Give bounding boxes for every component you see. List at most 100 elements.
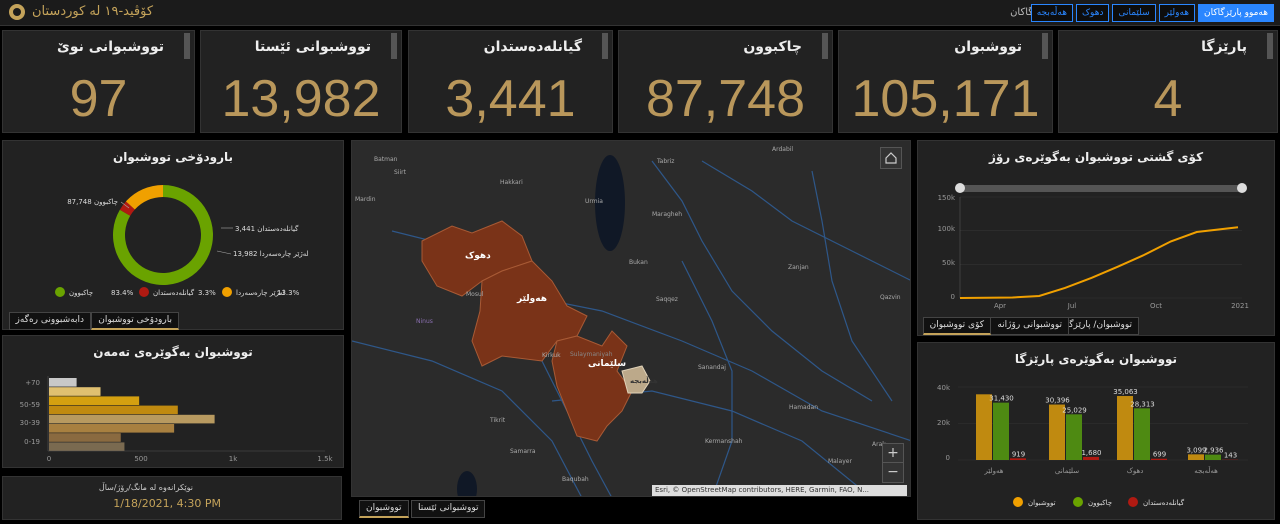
age-bar xyxy=(49,378,77,387)
province-bar xyxy=(1188,454,1204,460)
range-slider-handle-right xyxy=(1237,183,1247,193)
age-bar xyxy=(49,433,121,442)
daily-panel: کۆی گشتی تووشبوان بەگوێرەی رۆژ 150k 100k… xyxy=(917,140,1275,336)
place-label: Batman xyxy=(374,156,398,163)
age-label: 30-39 xyxy=(20,419,40,427)
zoom-in-button[interactable]: + xyxy=(883,444,903,463)
legend-deaths: گیانلەدەستدان xyxy=(1143,498,1185,507)
place-label: Sanandaj xyxy=(698,364,726,371)
province-bar xyxy=(1083,456,1099,460)
age-bar xyxy=(49,405,178,415)
age-panel: تووشبوان بەگوێرەی تەمەن +70 50-59 30-39 … xyxy=(2,335,344,468)
home-icon xyxy=(885,152,897,164)
kpi-value: 97 xyxy=(69,70,128,128)
age-bar xyxy=(49,387,101,396)
y-tick: 150k xyxy=(938,194,956,202)
age-x-tick: 500 xyxy=(134,455,147,463)
age-bar xyxy=(49,414,215,424)
logo-icon xyxy=(9,4,25,20)
age-title: تووشبوان بەگوێرەی تەمەن xyxy=(93,345,253,359)
y-tick: 100k xyxy=(938,225,956,233)
tab-daily-cases[interactable]: تووشبوانی رۆژانە xyxy=(990,317,1069,335)
x-tick: هەڵەبجە xyxy=(1194,466,1218,475)
kpi-value: 4 xyxy=(1153,70,1183,128)
bar-value-label: 35,063 xyxy=(1113,388,1138,396)
tab-map-cases[interactable]: تووشبوان xyxy=(359,500,409,518)
bar-value-label: 31,430 xyxy=(989,395,1014,403)
region-label-duhok: دهوک xyxy=(465,251,491,261)
bar-value-label: 699 xyxy=(1153,451,1166,459)
cases-line xyxy=(959,226,1239,299)
map-svg: دهوک هەولێر سلێمانی هەڵەبجە Tabriz Ardab… xyxy=(352,141,910,496)
province-bar xyxy=(1205,454,1221,460)
donut-label-deaths: گیانلەدەستدان 3,441 xyxy=(235,224,299,233)
map-view[interactable]: دهوک هەولێر سلێمانی هەڵەبجە Tabriz Ardab… xyxy=(351,140,911,497)
age-bar xyxy=(49,424,175,433)
province-bar xyxy=(1066,414,1082,460)
update-panel: نوێکرانەوە لە مانگ/رۆژ/ساڵ 1/18/2021, 4:… xyxy=(2,476,342,520)
place-label: Kermanshah xyxy=(705,438,743,445)
province-bar xyxy=(976,394,992,460)
x-tick: هەولێر xyxy=(984,467,1004,475)
place-label: Kirkuk xyxy=(542,352,561,359)
kpi-value: 87,748 xyxy=(645,70,806,128)
bar-value-label: 25,029 xyxy=(1062,406,1087,414)
donut-chart: چاکبوون 87,748 گیانلەدەستدان 3,441 لەژێر… xyxy=(55,185,309,297)
place-label: Sulaymaniyah xyxy=(570,351,613,358)
kpi-value: 3,441 xyxy=(445,70,576,128)
update-label: نوێکرانەوە لە مانگ/رۆژ/ساڵ xyxy=(98,483,193,492)
place-label: Mardin xyxy=(355,196,376,203)
age-chart: +70 50-59 30-39 0-19 0 500 1k 1.5k xyxy=(20,376,334,463)
kpi-governorates: پارێزگا 4 xyxy=(1058,30,1278,133)
daily-title: کۆی گشتی تووشبوان بەگوێرەی رۆژ xyxy=(988,150,1204,164)
province-bar xyxy=(1151,458,1167,460)
legend-recovered: چاکبوون xyxy=(1088,499,1112,507)
y-tick: 40k xyxy=(937,384,951,392)
age-label: 0-19 xyxy=(24,438,40,446)
header-bar: کۆڤید-١٩ لە کوردستان پارێزگاکان هەموو پا… xyxy=(0,0,1280,26)
place-label: Hakkari xyxy=(500,179,523,186)
tab-all[interactable]: هەموو پارێزگاکان xyxy=(1198,4,1274,22)
region-label-sulaymaniyah: سلێمانی xyxy=(588,359,626,369)
app-title: کۆڤید-١٩ لە کوردستان xyxy=(32,4,154,19)
tab-sulaymaniyah[interactable]: سلێمانی xyxy=(1112,4,1156,22)
tab-halabja[interactable]: هەڵەبجە xyxy=(1030,4,1073,22)
daily-chart: 150k 100k 50k 0 Apr Jul Oct 2021 xyxy=(938,183,1249,310)
zoom-controls: + − xyxy=(882,443,904,483)
place-label: Ardabil xyxy=(772,146,793,153)
y-tick: 0 xyxy=(946,454,950,462)
kpi-active-cases: تووشبوانی ئێستا 13,982 xyxy=(200,30,402,133)
x-tick: 2021 xyxy=(1231,302,1249,310)
tab-map-active[interactable]: تووشبوانی ئێستا xyxy=(411,500,486,518)
y-tick: 50k xyxy=(942,259,956,267)
tab-erbil[interactable]: هەولێر xyxy=(1158,4,1196,22)
range-slider-handle-left xyxy=(955,183,965,193)
bar-value-label: 919 xyxy=(1012,450,1025,458)
province-chart: 31,430 919 30,39625,029 1,680 35,063 28,313 69… xyxy=(937,384,1248,507)
legend-recovered-pct: 83.4% xyxy=(111,289,134,297)
kpi-value: 13,982 xyxy=(221,70,381,128)
donut-label-active: لەژێر چارەسەردا 13,982 xyxy=(233,250,309,258)
tab-gender[interactable]: دابەشبوونی رەگەز xyxy=(8,312,91,330)
province-bar xyxy=(1134,408,1150,460)
kpi-deaths: گیانلەدەستدان 3,441 xyxy=(408,30,613,133)
home-button[interactable] xyxy=(880,147,902,169)
place-label: Siirt xyxy=(394,169,407,176)
province-title: تووشبوان بەگوێرەی پارێزگا xyxy=(1014,352,1178,366)
y-tick: 20k xyxy=(937,419,951,427)
age-label: 50-59 xyxy=(20,401,40,409)
tab-status[interactable]: بارودۆخی تووشبوان xyxy=(91,312,179,330)
tab-province-cases[interactable]: تووشبوان/ پارێزگا xyxy=(1059,317,1139,335)
tab-total-cases[interactable]: کۆی تووشبوان xyxy=(922,317,991,335)
kpi-value: 105,171 xyxy=(851,70,1040,128)
map-attribution: Esri, © OpenStreetMap contributors, HERE… xyxy=(652,485,907,496)
age-x-tick: 1k xyxy=(229,455,238,463)
tab-duhok[interactable]: دهوک xyxy=(1076,4,1110,22)
zoom-out-button[interactable]: − xyxy=(883,463,903,482)
bar-value-label: 28,313 xyxy=(1130,400,1155,408)
place-label: Saqqez xyxy=(656,296,678,303)
bar-value-label: 2,936 xyxy=(1203,447,1224,455)
x-tick: Jul xyxy=(1067,302,1077,310)
range-slider-track xyxy=(960,185,1242,192)
age-bar xyxy=(49,442,125,451)
